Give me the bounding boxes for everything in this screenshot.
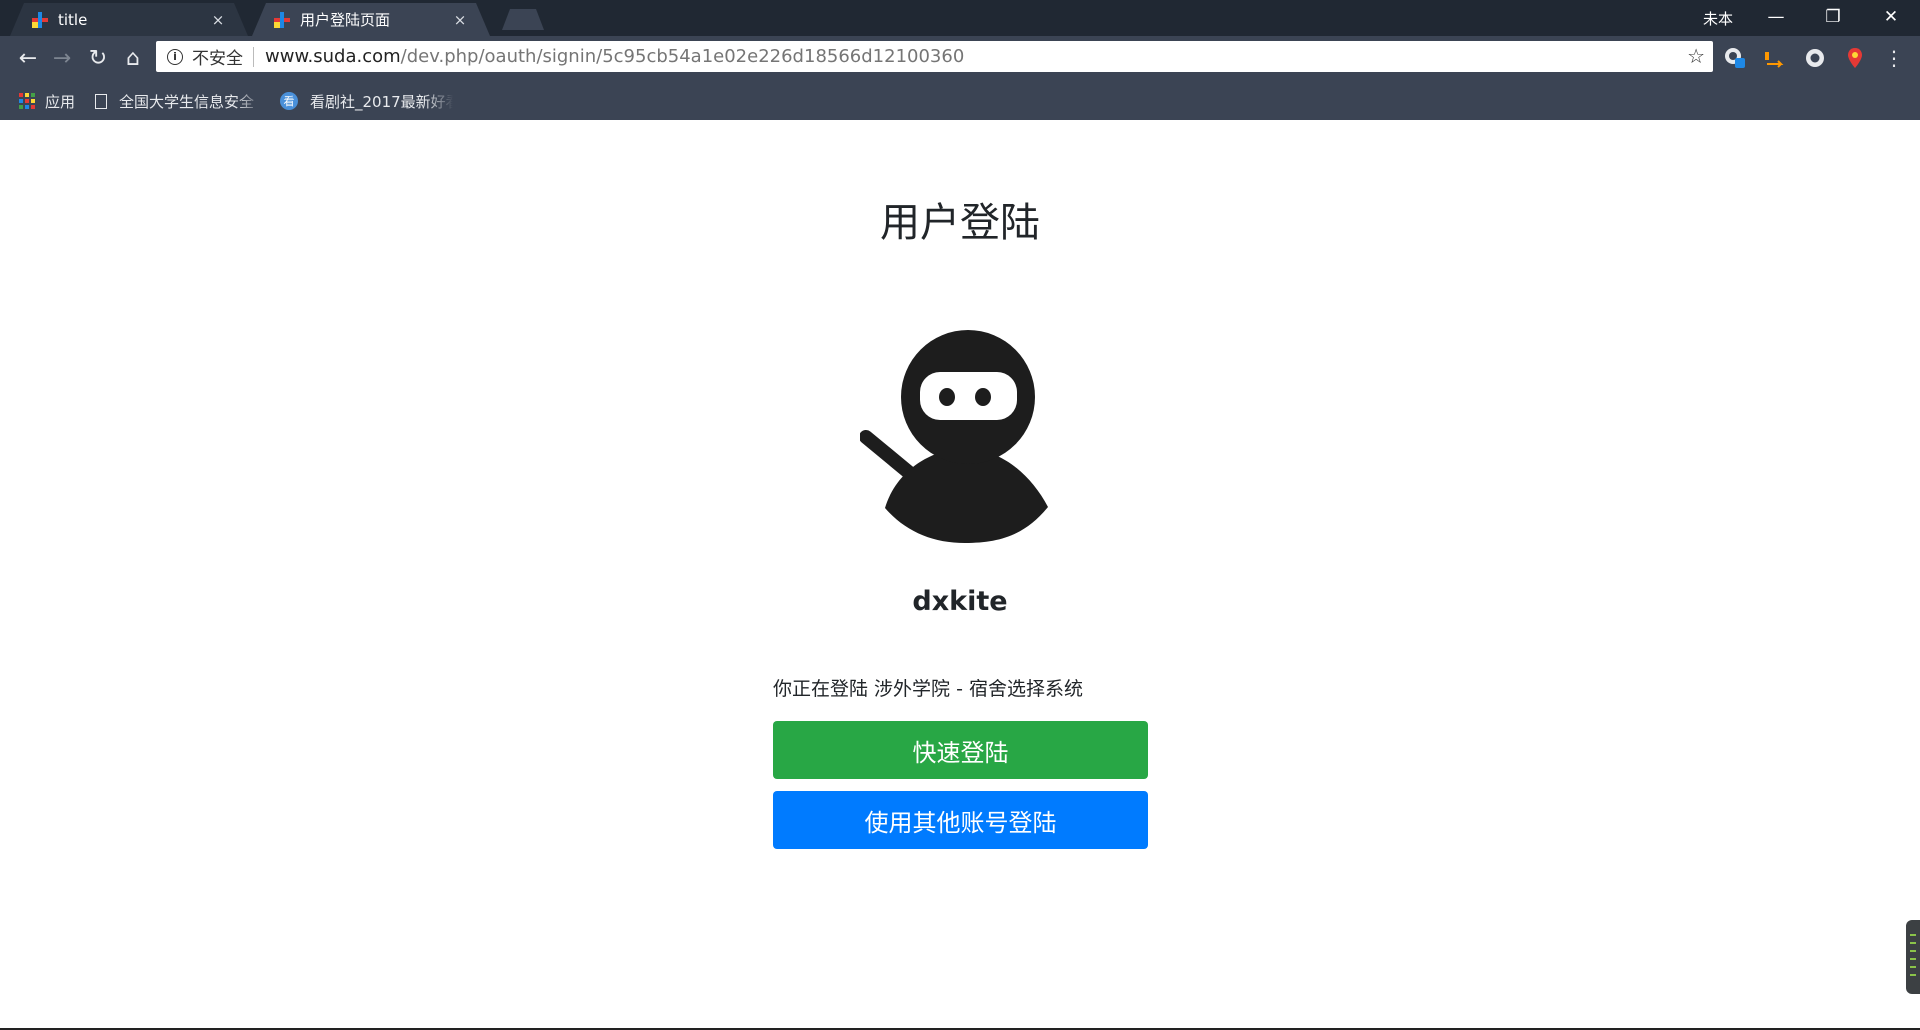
- tab-close-icon[interactable]: ×: [210, 11, 226, 29]
- info-icon[interactable]: i: [167, 48, 183, 65]
- tab-login-page[interactable]: 用户登陆页面 ×: [252, 3, 490, 36]
- extension-circle-icon[interactable]: [1803, 46, 1827, 70]
- side-widget-handle[interactable]: [1906, 920, 1920, 994]
- back-icon[interactable]: ←: [12, 42, 44, 74]
- bookmark-label: 看剧社_2017最新好看: [310, 92, 453, 111]
- other-account-login-button[interactable]: 使用其他账号登陆: [773, 791, 1148, 849]
- new-tab-button[interactable]: [502, 9, 544, 30]
- ninja-avatar-icon: [860, 330, 1048, 543]
- bookmarks-bar: 应用 全国大学生信息安全 看 看剧社_2017最新好看: [0, 82, 1920, 120]
- bookmark-star-icon[interactable]: ☆: [1687, 44, 1705, 68]
- address-divider: [253, 46, 254, 67]
- home-icon[interactable]: ⌂: [117, 42, 149, 74]
- tab-label: 用户登陆页面: [300, 11, 391, 29]
- minimize-button[interactable]: —: [1748, 0, 1804, 34]
- restore-button[interactable]: ❐: [1805, 0, 1861, 34]
- bookmark-label: 应用: [45, 92, 76, 111]
- security-label[interactable]: 不安全: [192, 44, 243, 69]
- login-notice: 你正在登陆 涉外学院 - 宿舍选择系统: [773, 678, 1083, 700]
- quick-login-button[interactable]: 快速登陆: [773, 721, 1148, 779]
- tab-title[interactable]: title ×: [10, 3, 248, 36]
- extension-a-icon[interactable]: [1723, 46, 1747, 70]
- forward-icon[interactable]: →: [46, 42, 78, 74]
- browser-toolbar: ← → ↻ ⌂ i 不安全 www.suda.com/dev.php/oauth…: [0, 36, 1920, 82]
- url-host: www.suda.com: [265, 46, 401, 67]
- tab-label: title: [58, 10, 88, 29]
- bookmark-apps[interactable]: 应用: [19, 89, 75, 113]
- extension-arrow-icon[interactable]: [1763, 46, 1787, 70]
- apps-grid-icon: [19, 93, 35, 109]
- bookmark-label: 全国大学生信息安全: [119, 92, 255, 111]
- site-favicon-icon: [32, 12, 48, 28]
- username: dxkite: [912, 586, 1008, 617]
- bookmark-infosec[interactable]: 全国大学生信息安全: [95, 89, 264, 113]
- reload-icon[interactable]: ↻: [82, 42, 114, 74]
- site-favicon-icon: [274, 12, 290, 28]
- address-bar[interactable]: i 不安全 www.suda.com/dev.php/oauth/signin/…: [156, 41, 1713, 72]
- bookmark-kanjushe[interactable]: 看 看剧社_2017最新好看: [280, 89, 453, 113]
- close-window-button[interactable]: ✕: [1863, 0, 1919, 34]
- page-title: 用户登陆: [880, 200, 1040, 246]
- tab-strip: title × 用户登陆页面 × 未本 — ❐ ✕: [0, 0, 1920, 36]
- extension-location-icon[interactable]: [1843, 46, 1867, 70]
- tab-close-icon[interactable]: ×: [452, 11, 468, 29]
- menu-icon[interactable]: ⋮: [1878, 42, 1910, 74]
- url-path: /dev.php/oauth/signin/5c95cb54a1e02e226d…: [400, 46, 965, 67]
- profile-name[interactable]: 未本: [1703, 8, 1733, 29]
- kan-icon: 看: [280, 92, 298, 110]
- document-icon: [95, 93, 107, 109]
